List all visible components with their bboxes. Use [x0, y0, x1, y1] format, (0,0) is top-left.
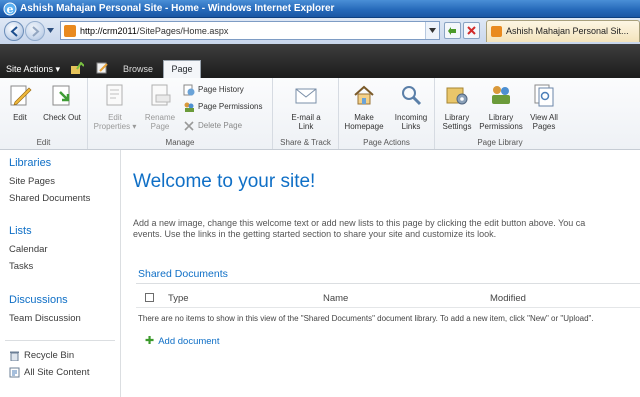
ribbon-group-edit: Edit Check Out Edit: [0, 78, 88, 149]
ribbon-group-page-library: Library Settings Library Permissions Vie…: [435, 78, 565, 149]
column-header-modified[interactable]: Modified: [490, 293, 526, 304]
svg-text:e: e: [7, 3, 14, 16]
tab-title: Ashish Mahajan Personal Sit...: [506, 26, 629, 36]
library-settings-button[interactable]: Library Settings: [437, 82, 477, 131]
delete-icon: [184, 121, 194, 131]
nav-separator: [5, 340, 115, 341]
tab-browse[interactable]: Browse: [115, 64, 161, 74]
webpart-divider: [136, 283, 640, 284]
back-button[interactable]: [4, 21, 24, 41]
window-titlebar: e Ashish Mahajan Personal Site - Home - …: [0, 0, 640, 18]
address-dropdown-button[interactable]: [425, 22, 439, 39]
window-title: Ashish Mahajan Personal Site - Home - Wi…: [20, 3, 335, 14]
add-icon: ✚: [145, 335, 155, 347]
quick-launch: Libraries Site Pages Shared Documents Li…: [0, 150, 121, 397]
all-site-content-link[interactable]: All Site Content: [9, 367, 89, 378]
column-header-type[interactable]: Type: [168, 293, 189, 304]
recycle-bin-link[interactable]: Recycle Bin: [9, 350, 74, 361]
permissions-icon: [184, 102, 194, 112]
ribbon-group-page-actions: Make Homepage Incoming Links Page Action…: [339, 78, 435, 149]
compatibility-icon: [448, 27, 456, 35]
url-text: http://crm2011/SitePages/Home.aspx: [80, 26, 229, 36]
add-document-link[interactable]: ✚ Add document: [145, 334, 219, 347]
tab-page[interactable]: Page: [163, 60, 201, 78]
nav-item-team-discussion[interactable]: Team Discussion: [9, 313, 81, 324]
forward-button[interactable]: [25, 21, 45, 41]
intro-text-line-1: Add a new image, change this welcome tex…: [133, 218, 586, 228]
group-label-share-track: Share & Track: [280, 138, 331, 147]
ribbon-group-share-track: E-mail a Link Share & Track: [273, 78, 339, 149]
all-site-content-icon: [9, 367, 20, 378]
address-bar[interactable]: http://crm2011/SitePages/Home.aspx: [60, 21, 440, 40]
history-icon: [183, 84, 195, 96]
nav-heading-lists[interactable]: Lists: [9, 225, 32, 237]
email-icon: [295, 88, 317, 104]
group-label-page-actions: Page Actions: [363, 138, 410, 147]
pencil-page-icon: [10, 85, 32, 106]
page-history-button[interactable]: Page History: [183, 83, 244, 97]
intro-text-line-2: events. Use the links in the getting sta…: [133, 229, 497, 239]
nav-item-site-pages[interactable]: Site Pages: [9, 176, 55, 187]
internet-explorer-icon: e: [3, 2, 17, 16]
site-actions-menu[interactable]: Site Actions ▾: [6, 64, 60, 75]
page-permissions-button[interactable]: Page Permissions: [183, 100, 262, 114]
browser-tab[interactable]: Ashish Mahajan Personal Sit...: [486, 20, 640, 42]
close-icon: [467, 26, 476, 35]
home-icon: [354, 85, 374, 105]
column-header-name[interactable]: Name: [323, 293, 348, 304]
email-link-button[interactable]: E-mail a Link: [283, 82, 329, 131]
ribbon-group-manage: Edit Properties ▾ Rename Page Page Histo…: [88, 78, 273, 149]
nav-heading-discussions[interactable]: Discussions: [9, 294, 68, 306]
view-all-pages-button[interactable]: View All Pages: [525, 82, 563, 131]
select-all-checkbox[interactable]: [145, 293, 154, 302]
nav-heading-libraries[interactable]: Libraries: [9, 157, 51, 169]
group-label-page-library: Page Library: [477, 138, 523, 147]
check-out-icon: [52, 85, 70, 106]
view-all-pages-icon: [534, 84, 554, 107]
tab-favicon-icon: [491, 26, 502, 37]
forward-arrow-icon: [32, 26, 40, 37]
compatibility-view-button[interactable]: [444, 22, 461, 39]
group-label-manage: Manage: [165, 138, 195, 147]
properties-icon: [106, 84, 123, 106]
check-out-button[interactable]: Check Out: [40, 82, 84, 122]
edit-page-icon[interactable]: [96, 62, 108, 74]
incoming-links-button[interactable]: Incoming Links: [389, 82, 433, 131]
page-title: Welcome to your site!: [133, 171, 316, 192]
sharepoint-topbar: Site Actions ▾ Browse Page: [0, 44, 640, 78]
delete-page-button[interactable]: Delete Page: [183, 119, 242, 133]
make-homepage-button[interactable]: Make Homepage: [341, 82, 387, 131]
library-permissions-icon: [492, 86, 510, 104]
stop-button[interactable]: [463, 22, 480, 39]
incoming-links-icon: [402, 86, 422, 106]
browser-toolbar: http://crm2011/SitePages/Home.aspx Ashis…: [0, 18, 640, 44]
rename-icon: [151, 84, 171, 106]
library-permissions-button[interactable]: Library Permissions: [477, 82, 525, 131]
nav-item-tasks[interactable]: Tasks: [9, 261, 33, 272]
recycle-bin-icon: [10, 351, 19, 361]
rename-page-button[interactable]: Rename Page: [142, 82, 178, 131]
library-settings-icon: [446, 87, 468, 105]
empty-library-message: There are no items to show in this view …: [138, 314, 594, 323]
back-arrow-icon: [10, 26, 18, 37]
nav-item-shared-documents[interactable]: Shared Documents: [9, 193, 90, 204]
column-header-divider: [136, 307, 640, 308]
nav-item-calendar[interactable]: Calendar: [9, 244, 48, 255]
webpart-title-shared-documents[interactable]: Shared Documents: [138, 268, 228, 280]
group-label-edit: Edit: [36, 138, 51, 147]
ribbon: Edit Check Out Edit Edit Properties ▾ Re…: [0, 78, 640, 150]
site-favicon-icon: [64, 25, 76, 37]
navigate-up-icon[interactable]: [71, 62, 84, 74]
history-dropdown-icon[interactable]: [47, 27, 54, 34]
edit-properties-button[interactable]: Edit Properties ▾: [92, 82, 138, 131]
chevron-down-icon: [429, 28, 436, 33]
edit-button[interactable]: Edit: [4, 82, 36, 122]
